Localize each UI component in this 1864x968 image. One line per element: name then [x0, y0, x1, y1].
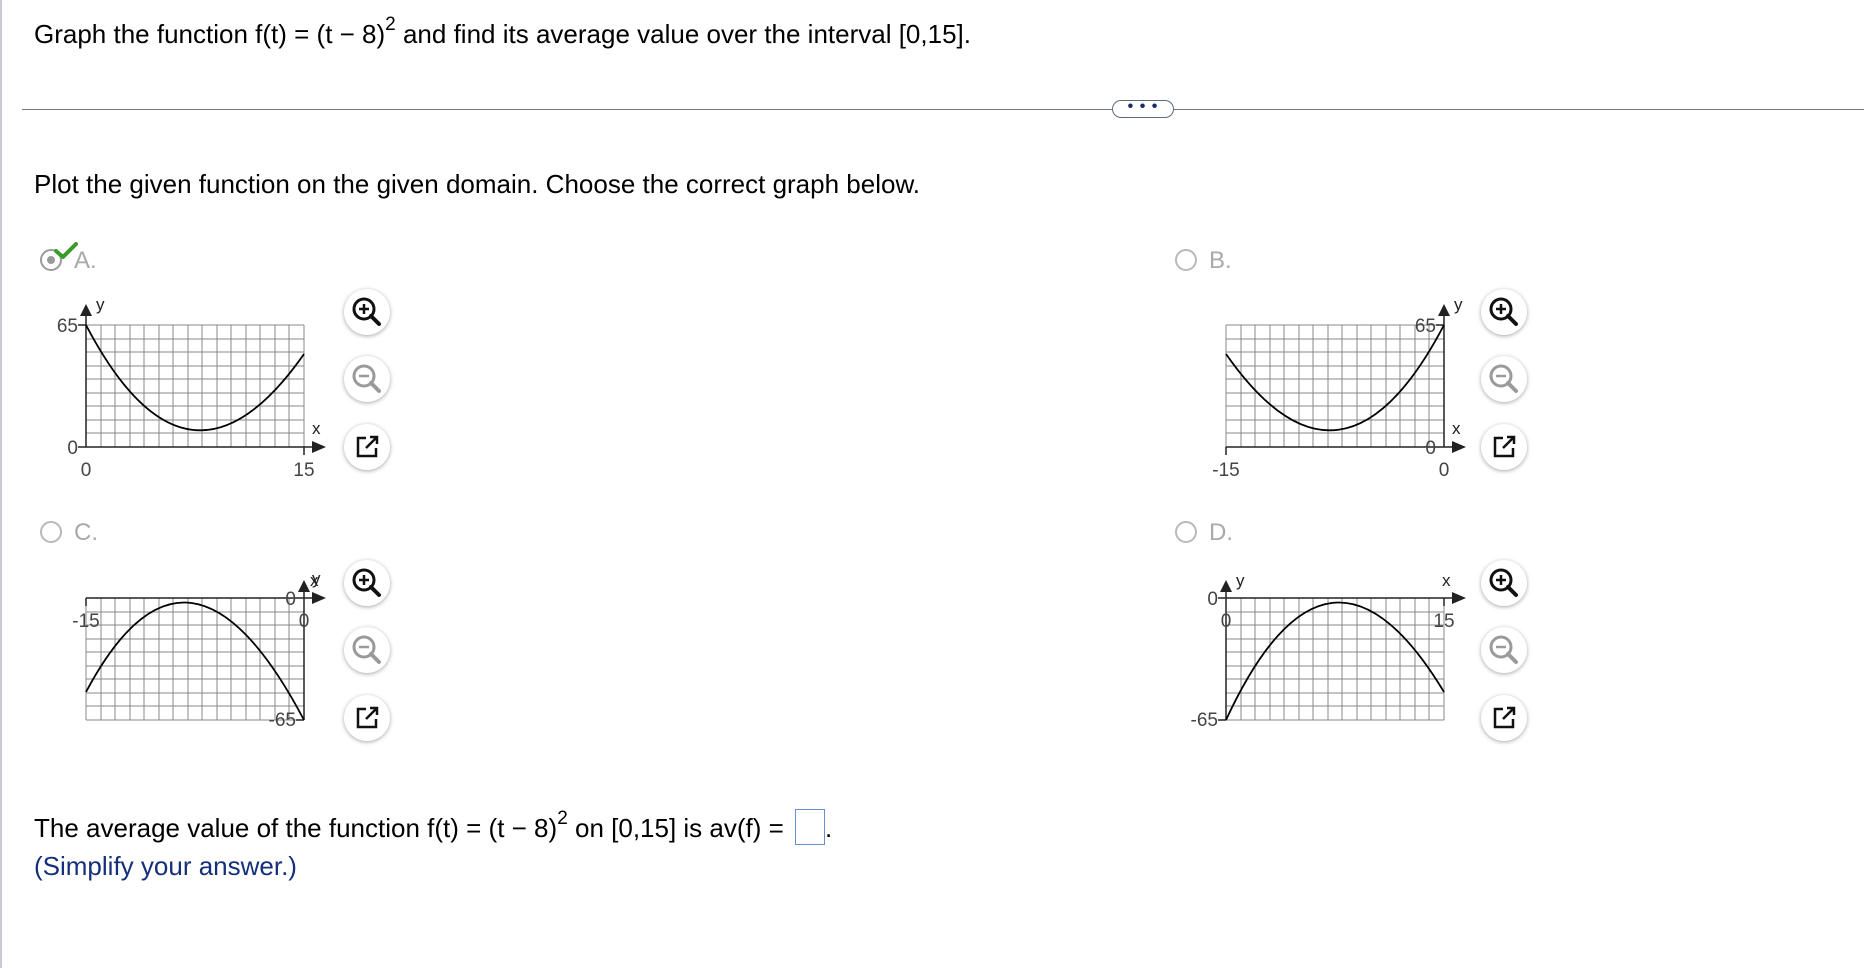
y-tick-top: 65: [1415, 316, 1436, 337]
y-axis-arrow: [298, 580, 310, 592]
choice-b-radio[interactable]: [1175, 249, 1197, 271]
graph-b: y x 65 0 -15 0: [1180, 290, 1470, 490]
question-text: Graph the function f(t) = (t − 8)2 and f…: [34, 15, 971, 49]
graph-d: y x -65 0 0 15: [1180, 560, 1470, 760]
zoom-out-button[interactable]: [344, 627, 390, 673]
y-axis-arrow: [80, 304, 92, 316]
x-tick-left: -15: [1212, 460, 1239, 481]
x-axis-label: x: [1452, 419, 1461, 438]
x-tick-right: 15: [1433, 611, 1454, 632]
x-axis-arrow: [1452, 441, 1466, 453]
parabola-curve: [1225, 324, 1445, 432]
left-border: [0, 0, 2, 968]
zoom-out-button[interactable]: [1481, 627, 1527, 673]
graph-a: y x 65 0 0 15: [40, 290, 330, 490]
y-axis-label: y: [1236, 571, 1245, 590]
choice-c-label: C.: [74, 519, 98, 546]
x-tick-right: 0: [1439, 460, 1450, 481]
x-axis-arrow: [312, 592, 326, 604]
x-tick-left: -15: [72, 611, 99, 632]
y-tick-origin: 0: [67, 438, 78, 459]
y-tick-bottom: -65: [269, 710, 296, 731]
zoom-in-icon: [1489, 297, 1518, 326]
choice-c-radio[interactable]: [40, 521, 62, 543]
answer-input[interactable]: [795, 809, 826, 845]
grid: [85, 597, 305, 721]
answer-exponent: 2: [557, 808, 568, 829]
section-divider: [22, 109, 1864, 110]
zoom-in-icon: [352, 568, 381, 597]
x-axis-arrow: [1452, 592, 1466, 604]
choice-d-radio[interactable]: [1175, 521, 1197, 543]
y-tick-bottom: -65: [1191, 710, 1218, 731]
parabola-curve: [85, 601, 305, 721]
more-button[interactable]: • • •: [1112, 99, 1174, 118]
zoom-in-button[interactable]: [344, 289, 390, 335]
open-graph-window-button[interactable]: [1481, 424, 1527, 470]
y-tick-origin: 0: [1425, 438, 1436, 459]
question-prefix: Graph the function f(t) = (t − 8): [34, 19, 386, 49]
question-exponent: 2: [385, 14, 396, 35]
x-tick-right: 15: [293, 460, 314, 481]
grid: [1225, 324, 1445, 447]
open-new-window-icon: [1493, 435, 1516, 458]
y-axis-label: y: [96, 295, 105, 314]
y-axis-arrow: [1438, 304, 1450, 316]
parabola-curve: [85, 324, 305, 432]
x-axis-label: x: [312, 419, 321, 438]
zoom-in-button[interactable]: [344, 560, 390, 606]
open-graph-window-button[interactable]: [1481, 695, 1527, 741]
x-tick-left: 0: [81, 460, 92, 481]
instruction-text: Plot the given function on the given dom…: [34, 169, 921, 199]
x-axis-label: x: [310, 571, 319, 590]
open-new-window-icon: [1493, 706, 1516, 729]
choice-b-label: B.: [1209, 247, 1232, 274]
zoom-out-icon: [1489, 635, 1518, 664]
x-tick-left: 0: [1221, 611, 1232, 632]
x-axis-label: x: [1442, 571, 1451, 590]
zoom-in-button[interactable]: [1481, 560, 1527, 606]
answer-middle: on [0,15] is av(f) =: [567, 813, 792, 843]
grid: [85, 324, 305, 447]
parabola-curve: [1225, 601, 1445, 721]
y-tick-top: 65: [57, 316, 78, 337]
answer-prefix: The average value of the function f(t) =…: [34, 813, 558, 843]
zoom-out-icon: [352, 364, 381, 393]
zoom-out-button[interactable]: [344, 356, 390, 402]
zoom-out-button[interactable]: [1481, 356, 1527, 402]
x-tick-right: 0: [299, 611, 310, 632]
choice-a-label: A.: [74, 247, 97, 274]
open-new-window-icon: [356, 435, 379, 458]
y-tick-origin: 0: [1207, 589, 1218, 610]
y-axis-arrow: [1220, 580, 1232, 592]
open-graph-window-button[interactable]: [344, 695, 390, 741]
graph-c: y x -65 0 -15 0: [40, 560, 330, 760]
zoom-in-button[interactable]: [1481, 289, 1527, 335]
y-axis-label: y: [1454, 295, 1463, 314]
x-axis-arrow: [312, 441, 326, 453]
hint-text: (Simplify your answer.): [34, 851, 297, 881]
y-tick-origin: 0: [285, 589, 296, 610]
question-suffix: and find its average value over the inte…: [395, 19, 971, 49]
open-graph-window-button[interactable]: [344, 424, 390, 470]
zoom-out-icon: [1489, 364, 1518, 393]
zoom-in-icon: [1489, 568, 1518, 597]
zoom-out-icon: [352, 635, 381, 664]
answer-end: .: [825, 813, 833, 843]
choice-d-label: D.: [1209, 519, 1233, 546]
answer-line: The average value of the function f(t) =…: [34, 809, 833, 845]
open-new-window-icon: [356, 706, 379, 729]
zoom-in-icon: [352, 297, 381, 326]
